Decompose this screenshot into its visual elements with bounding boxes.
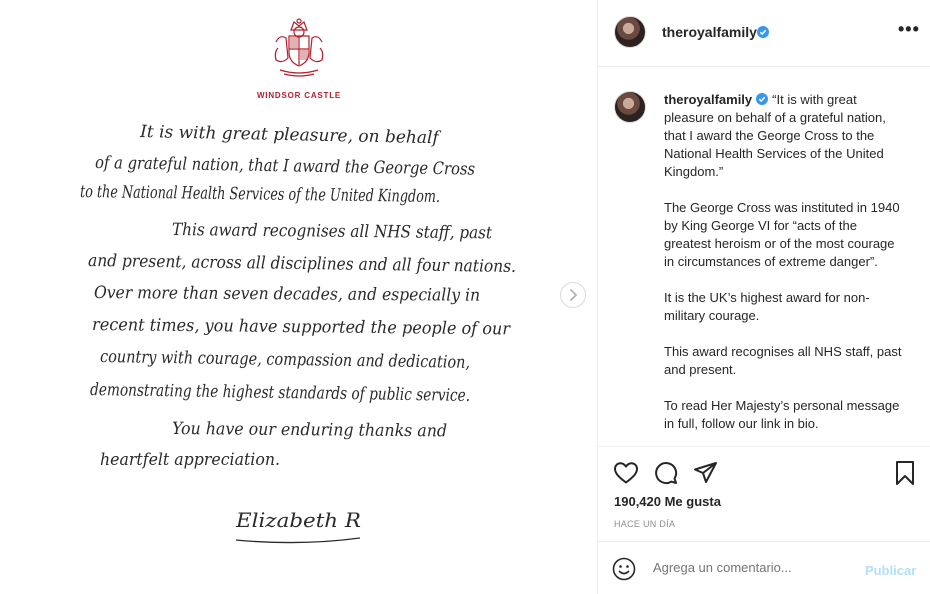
caption-paragraph: This award recognises all NHS staff, pas… — [664, 344, 902, 377]
more-options-button[interactable]: ••• — [898, 20, 920, 38]
publish-button[interactable]: Publicar — [865, 563, 916, 578]
letter-line: country with courage, compassion and ded… — [100, 347, 470, 373]
caption-paragraph: It is the UK’s highest award for non-mil… — [664, 290, 870, 323]
save-icon[interactable] — [894, 460, 916, 486]
heart-icon[interactable] — [613, 461, 639, 485]
caption-avatar[interactable] — [614, 91, 646, 123]
comment-bar: Publicar — [598, 541, 930, 594]
share-icon[interactable] — [693, 461, 719, 485]
verified-badge-icon — [757, 26, 769, 38]
caption-text: theroyalfamily “It is with great pleasure… — [664, 91, 904, 445]
verified-badge-icon — [756, 93, 769, 105]
avatar[interactable] — [614, 16, 646, 48]
post-sidebar: theroyalfamily ••• theroyalfamily “It is … — [598, 0, 930, 594]
letter-line: demonstrating the highest standards of p… — [90, 380, 470, 406]
letter-line: You have our enduring thanks and — [172, 419, 447, 441]
handwritten-letter: It is with great pleasure, on behalf of … — [80, 122, 516, 544]
letter-line: heartfelt appreciation. — [100, 450, 280, 470]
caption-paragraph: To read Her Majesty’s personal message i… — [664, 398, 900, 431]
letter-line: Over more than seven decades, and especi… — [94, 283, 480, 306]
signature: Elizabeth R — [235, 508, 361, 532]
caption-username[interactable]: theroyalfamily — [664, 92, 752, 107]
action-bar: 190,420 Me gusta HACE UN DÍA — [598, 446, 930, 542]
comment-icon[interactable] — [653, 461, 679, 485]
letter-line: of a grateful nation, that I award the G… — [95, 153, 476, 180]
comment-input[interactable] — [653, 560, 853, 575]
emoji-icon[interactable] — [612, 557, 636, 581]
post-header: theroyalfamily ••• — [598, 0, 930, 67]
caption-area: theroyalfamily “It is with great pleasure… — [598, 67, 930, 445]
caption-paragraph: The George Cross was instituted in 1940 … — [664, 200, 900, 269]
letter-line: recent times, you have supported the peo… — [92, 315, 511, 339]
chevron-right-icon — [570, 289, 578, 301]
post-timestamp[interactable]: HACE UN DÍA — [614, 519, 675, 529]
post-image[interactable]: WINDSOR CASTLE It is with great pleasure… — [0, 0, 598, 594]
next-image-button[interactable] — [560, 282, 586, 308]
instagram-post: WINDSOR CASTLE It is with great pleasure… — [0, 0, 930, 594]
letter-line: and present, across all disciplines and … — [88, 251, 516, 277]
caption-paragraph: theroyalfamily “It is with great pleasure… — [664, 91, 904, 181]
letter-line: This award recognises all NHS staff, pas… — [172, 220, 492, 243]
letter-line: It is with great pleasure, on behalf — [139, 122, 442, 148]
likes-count[interactable]: 190,420 Me gusta — [614, 494, 721, 509]
header-username[interactable]: theroyalfamily — [662, 24, 757, 40]
letter-line: to the National Health Services of the U… — [80, 182, 440, 207]
